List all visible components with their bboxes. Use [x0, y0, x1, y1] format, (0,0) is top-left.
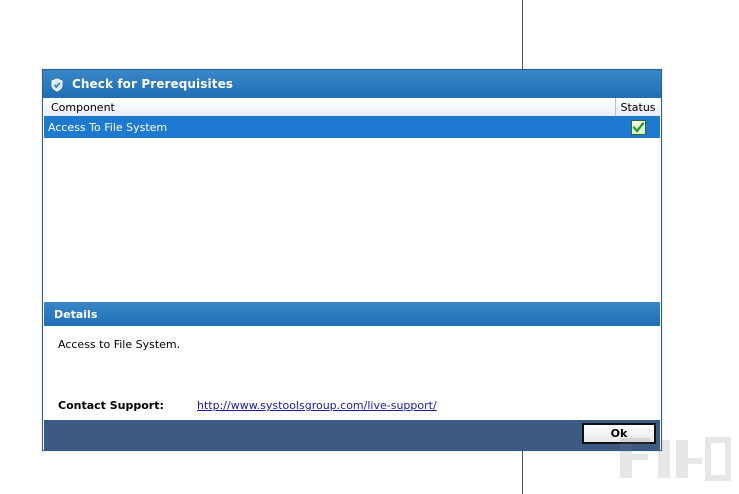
- column-header-component-label: Component: [51, 100, 115, 114]
- background-divider-bottom: [522, 450, 523, 494]
- contact-support-link[interactable]: http://www.systoolsgroup.com/live-suppor…: [197, 399, 437, 412]
- ok-button[interactable]: Ok: [582, 423, 656, 444]
- details-panel: Access to File System. Contact Support: …: [44, 326, 660, 420]
- details-header-label: Details: [54, 307, 98, 321]
- dialog-titlebar[interactable]: Check for Prerequisites: [43, 70, 661, 98]
- table-row[interactable]: Access To File System: [44, 116, 660, 138]
- check-icon: [630, 119, 646, 135]
- row-component-label: Access To File System: [48, 120, 168, 134]
- dialog-title: Check for Prerequisites: [72, 77, 234, 91]
- row-component-cell: Access To File System: [44, 121, 616, 134]
- column-header-status[interactable]: Status: [616, 98, 660, 116]
- background-divider-top: [522, 0, 523, 70]
- details-header: Details: [44, 302, 660, 326]
- row-status-cell: [616, 119, 660, 135]
- contact-support-label: Contact Support:: [58, 399, 164, 412]
- dialog-footer: Ok: [44, 420, 660, 450]
- column-header-status-label: Status: [620, 100, 656, 114]
- column-header-component[interactable]: Component: [44, 98, 616, 116]
- details-text: Access to File System.: [58, 338, 181, 351]
- prerequisites-dialog: Check for Prerequisites Component Status…: [42, 69, 662, 451]
- prerequisites-grid-header: Component Status: [44, 98, 660, 117]
- app-shield-icon: [50, 77, 64, 92]
